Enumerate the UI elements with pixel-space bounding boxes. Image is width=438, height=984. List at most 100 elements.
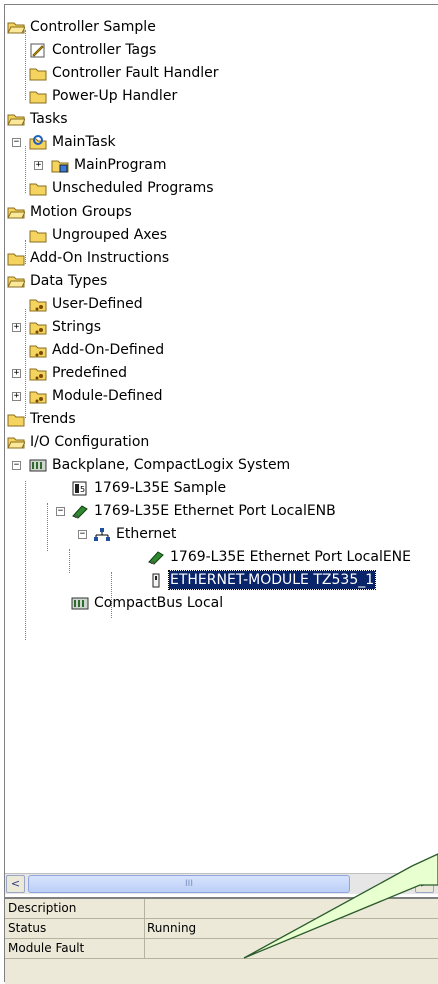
tree-item-add-on-instructions[interactable]: Add-On Instructions (7, 247, 170, 269)
expand-toggle[interactable]: + (12, 323, 21, 332)
tree-item-controller-fault-handler[interactable]: Controller Fault Handler (29, 62, 220, 84)
datatype-icon (29, 366, 47, 381)
network-icon (93, 527, 111, 542)
tree-item-ungrouped-axes[interactable]: Ungrouped Axes (29, 224, 168, 246)
device-icon (147, 573, 165, 588)
tree-item-motion-groups[interactable]: Motion Groups (7, 201, 133, 223)
tree-item-label: I/O Configuration (30, 434, 150, 450)
tree-item-label: 1769-L35E Ethernet Port LocalENB (94, 503, 336, 519)
tree-item-power-up-handler[interactable]: Power-Up Handler (29, 85, 178, 107)
tree-item-user-defined[interactable]: User-Defined (29, 293, 144, 315)
tree-item-label: Ethernet (116, 526, 177, 542)
tree-item-trends[interactable]: Trends (7, 408, 77, 430)
expand-toggle[interactable]: + (12, 392, 21, 401)
scroll-thumb[interactable]: III (28, 875, 350, 893)
tree-item-ethernet-port[interactable]: 1769-L35E Ethernet Port LocalENB (71, 500, 337, 522)
tree-item-label: Strings (52, 319, 102, 335)
property-value: Running (147, 921, 197, 935)
property-row-module-fault: Module Fault (5, 939, 438, 959)
backplane-icon (29, 458, 47, 473)
folder-icon (29, 66, 47, 81)
datatype-icon (29, 297, 47, 312)
collapse-toggle[interactable]: − (56, 507, 65, 516)
tree-item-label: Trends (30, 411, 76, 427)
tree-item-backplane[interactable]: Backplane, CompactLogix System (29, 454, 291, 476)
tree-item-controller[interactable]: Controller Sample (7, 16, 157, 38)
tree-item-io-configuration[interactable]: I/O Configuration (7, 431, 150, 453)
datatype-icon (29, 320, 47, 335)
open-folder-icon (7, 20, 25, 35)
tree-item-data-types[interactable]: Data Types (7, 270, 108, 292)
tree-item-label: CompactBus Local (94, 595, 224, 611)
task-icon (29, 134, 47, 150)
program-icon (51, 158, 69, 173)
property-key: Module Fault (8, 941, 85, 955)
folder-icon (7, 251, 25, 266)
tree-item-predefined[interactable]: Predefined (29, 362, 128, 384)
open-folder-icon (7, 112, 25, 127)
horizontal-scrollbar[interactable]: < III > (5, 873, 438, 894)
tree-item-controller-module[interactable]: 5 1769-L35E Sample (71, 477, 227, 499)
tree-item-label: Unscheduled Programs (52, 180, 214, 196)
tree-item-label: Controller Tags (52, 42, 157, 58)
controller-organizer: Controller Sample Controller Tags Contro… (4, 4, 438, 984)
tree-item-label: Data Types (30, 273, 108, 289)
tree-item-add-on-defined[interactable]: Add-On-Defined (29, 339, 165, 361)
tree-item-main-task[interactable]: MainTask (29, 131, 117, 153)
scroll-right-button[interactable]: > (415, 875, 434, 893)
open-folder-icon (7, 274, 25, 289)
expand-toggle[interactable]: + (12, 369, 21, 378)
tree-item-tasks[interactable]: Tasks (7, 108, 69, 130)
scroll-left-button[interactable]: < (6, 875, 25, 893)
tree-item-label: Module-Defined (52, 388, 163, 404)
open-folder-icon (7, 205, 25, 220)
backplane-icon (71, 596, 89, 611)
datatype-icon (29, 389, 47, 404)
tree-item-label: User-Defined (52, 296, 143, 312)
tree-item-main-program[interactable]: MainProgram (51, 154, 168, 176)
tree-item-strings[interactable]: Strings (29, 316, 102, 338)
datatype-icon (29, 343, 47, 358)
property-key: Status (8, 921, 47, 935)
controller-module-icon: 5 (71, 481, 89, 496)
tree-item-controller-tags[interactable]: Controller Tags (29, 39, 157, 61)
folder-icon (7, 412, 25, 427)
tree-item-label: Tasks (30, 111, 68, 127)
module-icon (71, 504, 89, 519)
property-key: Description (8, 901, 77, 915)
folder-icon (29, 181, 47, 196)
folder-icon (29, 228, 47, 243)
tree-item-compactbus[interactable]: CompactBus Local (71, 592, 224, 614)
tree-item-label: 1769-L35E Ethernet Port LocalENE (170, 549, 412, 565)
tree-item-label: Power-Up Handler (52, 88, 178, 104)
property-row-status: Status Running (5, 919, 438, 939)
tree-item-label: Ungrouped Axes (52, 227, 168, 243)
open-folder-icon (7, 435, 25, 450)
tree-item-label: Predefined (52, 365, 127, 381)
tree-item-label: Backplane, CompactLogix System (52, 457, 291, 473)
module-icon (147, 550, 165, 565)
properties-pane: Description Status Running Module Fault (5, 897, 438, 984)
property-row-description: Description (5, 899, 438, 919)
tree-item-ethernet-port-child[interactable]: 1769-L35E Ethernet Port LocalENE (147, 546, 412, 568)
collapse-toggle[interactable]: − (78, 530, 87, 539)
tree-item-module-defined[interactable]: Module-Defined (29, 385, 164, 407)
collapse-toggle[interactable]: − (12, 461, 21, 470)
svg-text:5: 5 (80, 485, 85, 494)
tag-icon (29, 43, 47, 58)
tree-item-unscheduled-programs[interactable]: Unscheduled Programs (29, 177, 215, 199)
tree-item-label: MainTask (52, 134, 116, 150)
expand-toggle[interactable]: + (34, 161, 43, 170)
tree-item-ethernet[interactable]: Ethernet (93, 523, 177, 545)
tree-item-label-selected: ETHERNET-MODULE TZ535_1 (167, 570, 377, 590)
tree-item-label: Controller Sample (30, 19, 156, 35)
tree-item-label: MainProgram (74, 157, 167, 173)
tree-item-label: 1769-L35E Sample (94, 480, 227, 496)
project-tree[interactable]: Controller Sample Controller Tags Contro… (5, 5, 438, 873)
tree-item-label: Add-On Instructions (30, 250, 170, 266)
tree-item-label: Controller Fault Handler (52, 65, 219, 81)
tree-item-label: Motion Groups (30, 204, 132, 220)
collapse-toggle[interactable]: − (12, 138, 21, 147)
folder-icon (29, 89, 47, 104)
tree-item-ethernet-module[interactable]: ETHERNET-MODULE TZ535_1 (147, 569, 377, 591)
